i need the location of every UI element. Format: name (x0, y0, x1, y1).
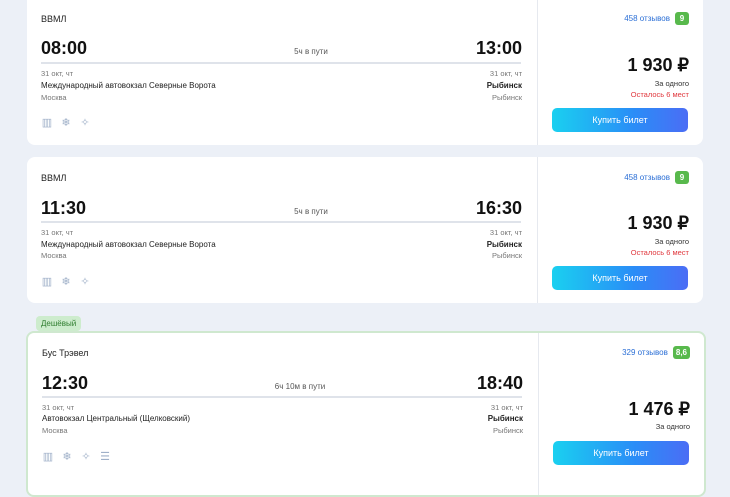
buy-ticket-button[interactable]: Купить билет (553, 441, 689, 465)
price: 1 476 ₽ (628, 399, 691, 419)
reviews-link[interactable]: 329 отзывов (622, 348, 668, 357)
departure-city: Москва (41, 93, 67, 102)
arrival-time: 13:00 (475, 38, 522, 58)
route-line (41, 221, 521, 223)
departure-date: 31 окт, чт (41, 228, 74, 237)
air-conditioning-icon[interactable]: ❄ (60, 276, 72, 288)
rating-badge: 9 (675, 171, 689, 184)
carrier-name: ВВМЛ (41, 14, 67, 24)
reviews-link[interactable]: 458 отзывов (624, 14, 670, 23)
carrier-name: ВВМЛ (41, 173, 67, 183)
seats-left: Осталось 6 мест (630, 90, 689, 99)
arrival-station[interactable]: Рыбинск (488, 414, 523, 423)
trip-info: Бус Трэвел 12:30 6ч 10м в пути 18:40 31 … (28, 333, 537, 495)
buy-ticket-button[interactable]: Купить билет (552, 108, 688, 132)
rating-badge: 8,6 (672, 346, 690, 359)
carrier-name: Бус Трэвел (42, 348, 89, 358)
trip-duration: 5ч в пути (294, 47, 328, 56)
air-conditioning-icon[interactable]: ❄ (60, 117, 72, 129)
wifi-icon[interactable]: ☰ (99, 451, 111, 463)
amenities: ▥ ❄ ✧ (41, 117, 91, 129)
amenities: ▥ ❄ ✧ ☰ (42, 451, 111, 463)
price-per-person: За одного (654, 237, 689, 246)
trip-card[interactable]: ВВМЛ 08:00 5ч в пути 13:00 31 окт, чт 31… (27, 0, 703, 145)
amenities: ▥ ❄ ✧ (41, 276, 91, 288)
trip-card[interactable]: Бус Трэвел 12:30 6ч 10м в пути 18:40 31 … (26, 331, 706, 497)
arrival-station[interactable]: Рыбинск (487, 240, 522, 249)
price: 1 930 ₽ (627, 213, 690, 233)
arrival-date: 31 окт, чт (489, 228, 522, 237)
ticket-icon[interactable]: ▥ (41, 117, 53, 129)
departure-station[interactable]: Международный автовокзал Северные Ворота (41, 81, 216, 90)
route-line (42, 396, 522, 398)
trip-info: ВВМЛ 11:30 5ч в пути 16:30 31 окт, чт 31… (27, 157, 536, 303)
arrival-city: Рыбинск (492, 426, 523, 435)
departure-city: Москва (41, 251, 67, 260)
trip-info: ВВМЛ 08:00 5ч в пути 13:00 31 окт, чт 31… (27, 0, 536, 145)
reviews: 329 отзывов 8,6 (622, 346, 690, 359)
departure-date: 31 окт, чт (41, 69, 74, 78)
departure-station[interactable]: Международный автовокзал Северные Ворота (41, 240, 216, 249)
cleaning-icon[interactable]: ✧ (79, 276, 91, 288)
arrival-date: 31 окт, чт (490, 403, 523, 412)
reviews-link[interactable]: 458 отзывов (624, 173, 670, 182)
buy-ticket-button[interactable]: Купить билет (552, 266, 688, 290)
reviews: 458 отзывов 9 (624, 12, 689, 25)
price-panel: 329 отзывов 8,6 1 476 ₽ За одного Купить… (538, 333, 704, 495)
cleaning-icon[interactable]: ✧ (80, 451, 92, 463)
arrival-city: Рыбинск (491, 251, 522, 260)
price: 1 930 ₽ (627, 55, 690, 75)
departure-date: 31 окт, чт (42, 403, 75, 412)
departure-station[interactable]: Автовокзал Центральный (Щелковский) (42, 414, 190, 423)
trip-duration: 5ч в пути (294, 207, 328, 216)
arrival-station[interactable]: Рыбинск (487, 81, 522, 90)
departure-time: 08:00 (41, 38, 88, 58)
cleaning-icon[interactable]: ✧ (79, 117, 91, 129)
air-conditioning-icon[interactable]: ❄ (61, 451, 73, 463)
reviews: 458 отзывов 9 (624, 171, 689, 184)
price-panel: 458 отзывов 9 1 930 ₽ За одного Осталось… (537, 157, 703, 303)
cheapest-badge: Дешёвый (36, 316, 82, 331)
price-per-person: За одного (655, 422, 690, 431)
departure-time: 11:30 (41, 198, 87, 218)
departure-time: 12:30 (42, 373, 89, 393)
arrival-city: Рыбинск (491, 93, 522, 102)
price-per-person: За одного (654, 79, 689, 88)
trip-card[interactable]: ВВМЛ 11:30 5ч в пути 16:30 31 окт, чт 31… (27, 157, 703, 303)
ticket-icon[interactable]: ▥ (41, 276, 53, 288)
rating-badge: 9 (675, 12, 689, 25)
arrival-date: 31 окт, чт (489, 69, 522, 78)
ticket-icon[interactable]: ▥ (42, 451, 54, 463)
arrival-time: 18:40 (476, 373, 523, 393)
arrival-time: 16:30 (475, 198, 522, 218)
seats-left: Осталось 6 мест (630, 248, 689, 257)
price-panel: 458 отзывов 9 1 930 ₽ За одного Осталось… (537, 0, 703, 145)
trip-duration: 6ч 10м в пути (274, 382, 326, 391)
route-line (41, 62, 521, 64)
departure-city: Москва (42, 426, 68, 435)
